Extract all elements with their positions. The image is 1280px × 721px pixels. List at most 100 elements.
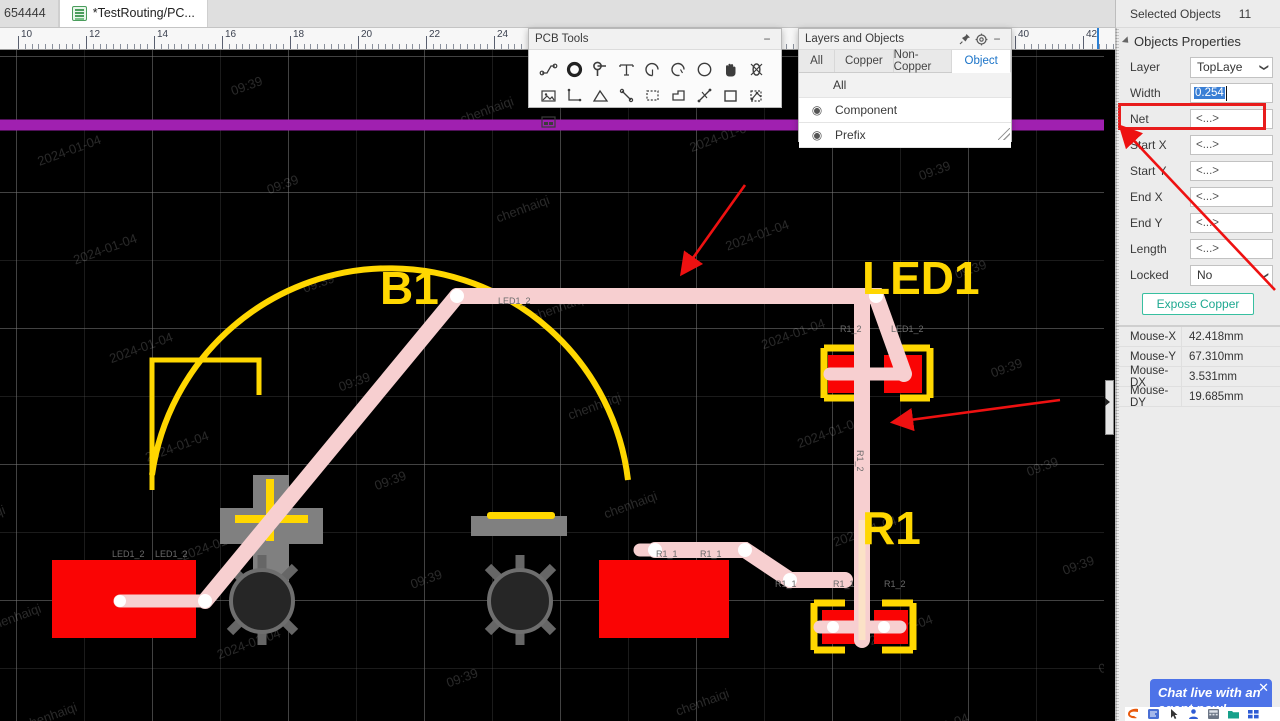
minimize-icon[interactable]: −: [759, 31, 775, 47]
layers-tab-copper[interactable]: Copper: [835, 50, 894, 72]
top-layer-tracks: [197, 288, 912, 648]
resize-handle-icon[interactable]: [998, 128, 1010, 140]
expose-copper-button[interactable]: Expose Copper: [1141, 293, 1255, 315]
net-label: R1_1: [700, 549, 722, 559]
chevron-down-icon[interactable]: ❯: [1259, 63, 1270, 71]
pcb-tools-titlebar[interactable]: PCB Tools −: [529, 29, 781, 50]
calculator-icon[interactable]: [1207, 708, 1220, 720]
layers-tab-all[interactable]: All: [799, 50, 835, 72]
arc-3point-icon[interactable]: [639, 56, 665, 82]
schematic-icon: [71, 5, 87, 21]
measure-icon[interactable]: [691, 82, 717, 108]
objects-properties-list: Layer TopLaye ❯ Width 0.254 Net <...> Start X <.…: [1116, 54, 1280, 288]
ruler-minor-tick: [304, 44, 305, 49]
hand-fill-icon[interactable]: [717, 56, 743, 82]
ruler-minor-tick: [378, 44, 379, 49]
mech-bar-middle: [471, 512, 567, 536]
layers-tab-non-copper[interactable]: Non-Copper: [894, 49, 953, 73]
layers-row-label: All: [833, 78, 847, 92]
browser-icon[interactable]: [1147, 708, 1160, 720]
chevron-down-icon[interactable]: ❯: [1259, 271, 1270, 279]
ruler-label: 18: [293, 29, 305, 40]
sidebar-drag-edge[interactable]: [1115, 28, 1119, 721]
ruler-minor-tick: [113, 44, 114, 49]
ruler-minor-tick: [317, 44, 318, 49]
dot-line-icon[interactable]: [613, 82, 639, 108]
copper-area-icon[interactable]: [743, 82, 769, 108]
property-input-net[interactable]: <...>: [1190, 109, 1273, 129]
objects-properties-header[interactable]: Objects Properties: [1116, 28, 1280, 54]
eye-icon[interactable]: ◉: [809, 103, 825, 117]
taskbar-icons: [1125, 707, 1280, 721]
via-icon[interactable]: [587, 56, 613, 82]
image-icon[interactable]: [535, 82, 561, 108]
close-icon[interactable]: ✕: [1258, 680, 1269, 696]
layers-tab-object[interactable]: Object: [952, 50, 1012, 73]
property-input-length[interactable]: <...>: [1190, 239, 1273, 259]
ruler-minor-tick: [514, 44, 515, 49]
layers-panel-tabs: All Copper Non-Copper Object: [799, 49, 1012, 73]
property-select-locked[interactable]: No ❯: [1190, 264, 1273, 286]
pcb-canvas[interactable]: chenhaiqi2024-01-0409:39chenhaiqi2024-01…: [0, 50, 1115, 721]
canvas-scroll-arrow-icon[interactable]: [1105, 398, 1110, 406]
angle-icon[interactable]: [587, 82, 613, 108]
property-input-end-y[interactable]: <...>: [1190, 213, 1273, 233]
cursor-icon[interactable]: [1167, 708, 1180, 720]
ruler-major-tick: [1015, 36, 1016, 49]
solid-region-icon[interactable]: [665, 82, 691, 108]
tab-654444[interactable]: 654444: [0, 0, 59, 27]
ruler-minor-tick: [793, 44, 794, 49]
property-input-start-x[interactable]: <...>: [1190, 135, 1273, 155]
layers-row-prefix[interactable]: ◉ Prefix: [799, 123, 1011, 148]
ruler-minor-tick: [310, 44, 311, 49]
track-icon[interactable]: [535, 56, 561, 82]
width-input[interactable]: 0.254: [1190, 83, 1273, 103]
ruler-minor-tick: [1052, 44, 1053, 49]
ruler-minor-tick: [32, 44, 33, 49]
pad-icon[interactable]: [561, 56, 587, 82]
person-icon[interactable]: [1187, 708, 1200, 720]
layers-and-objects-panel: Layers and Objects − All Copper Non-Copper…: [798, 28, 1012, 148]
ruler-minor-tick: [256, 44, 257, 49]
pin-icon[interactable]: [957, 31, 973, 47]
property-label: Locked: [1130, 268, 1169, 282]
canvas-vscrollbar-thumb[interactable]: [1105, 380, 1114, 435]
ruler-minor-tick: [1113, 44, 1114, 49]
property-value: 0.254: [1194, 86, 1227, 101]
ruler-minor-tick: [406, 44, 407, 49]
property-label: End X: [1130, 190, 1163, 204]
property-input-start-y[interactable]: <...>: [1190, 161, 1273, 181]
minimize-icon[interactable]: −: [989, 31, 1005, 47]
arc-2point-icon[interactable]: [665, 56, 691, 82]
grid-app-icon[interactable]: [1247, 708, 1260, 720]
select-region-icon[interactable]: [639, 82, 665, 108]
gear-icon[interactable]: [973, 31, 989, 47]
eye-icon[interactable]: ◉: [809, 128, 825, 142]
ruler-label: 40: [1018, 29, 1030, 40]
circle-icon[interactable]: [691, 56, 717, 82]
rectangle-icon[interactable]: [717, 82, 743, 108]
mech-circle-middle: [484, 555, 557, 645]
layers-row-component[interactable]: ◉ Component: [799, 98, 1011, 123]
designator-r1[interactable]: R1: [862, 505, 921, 551]
layers-panel-titlebar[interactable]: Layers and Objects −: [799, 29, 1011, 50]
designator-b1[interactable]: B1: [380, 265, 439, 311]
layers-row-label: Component: [835, 103, 898, 117]
property-row-layer: Layer TopLaye ❯: [1116, 54, 1280, 80]
text-icon[interactable]: [613, 56, 639, 82]
ruler-label: 10: [21, 29, 33, 40]
layers-row-all[interactable]: All: [799, 73, 1011, 98]
tab-testrouting-pcb[interactable]: *TestRouting/PC...: [58, 0, 208, 27]
connect-pad-icon[interactable]: [743, 56, 769, 82]
logo-icon[interactable]: [1127, 708, 1140, 720]
property-select-layer[interactable]: TopLaye ❯: [1190, 56, 1273, 78]
panel-icon[interactable]: [535, 108, 561, 134]
polyline-icon[interactable]: [561, 82, 587, 108]
folder-icon[interactable]: [1227, 708, 1240, 720]
ruler-minor-tick: [52, 44, 53, 49]
collapse-triangle-icon[interactable]: [1121, 36, 1132, 46]
property-input-end-x[interactable]: <...>: [1190, 187, 1273, 207]
designator-led1[interactable]: LED1: [862, 255, 980, 301]
layers-row-label: Prefix: [835, 128, 866, 142]
ruler-minor-tick: [45, 44, 46, 49]
